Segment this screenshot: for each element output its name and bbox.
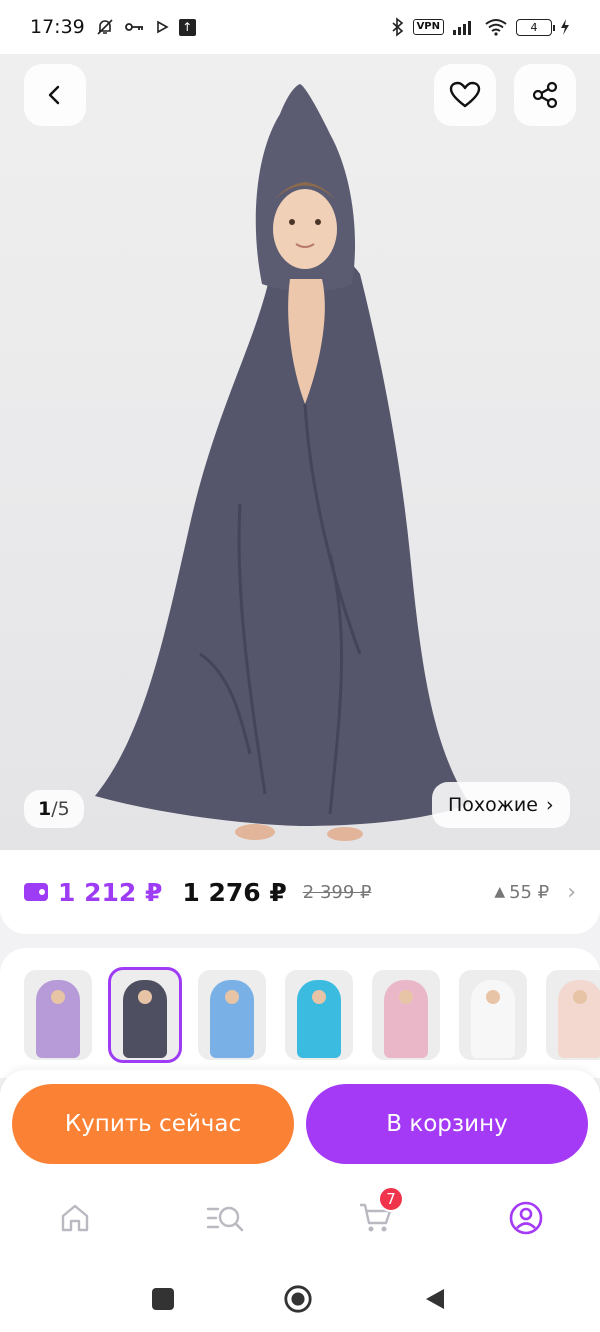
- key-icon: [124, 20, 145, 34]
- home-system-button[interactable]: [283, 1284, 313, 1314]
- share-icon: [532, 81, 558, 109]
- similar-products-button[interactable]: Похожие ›: [432, 782, 570, 828]
- variant-thumb[interactable]: [108, 967, 182, 1063]
- variant-thumb[interactable]: [198, 970, 266, 1060]
- nav-cart[interactable]: 7: [354, 1186, 404, 1240]
- price-change[interactable]: ▲ 55 ₽ ›: [494, 880, 576, 905]
- action-bar: Купить сейчас В корзину: [0, 1070, 600, 1176]
- buy-now-button[interactable]: Купить сейчас: [12, 1084, 294, 1164]
- profile-icon: [509, 1201, 543, 1235]
- back-system-button[interactable]: [420, 1284, 450, 1314]
- image-counter-current: 1: [38, 798, 52, 820]
- nav-home[interactable]: [53, 1196, 97, 1240]
- bottom-nav: 7: [0, 1176, 600, 1260]
- variant-thumb[interactable]: [24, 970, 92, 1060]
- variant-thumb[interactable]: [459, 970, 527, 1060]
- variant-face-image: [573, 990, 587, 1004]
- variant-face-image: [486, 990, 500, 1004]
- variant-face-image: [225, 990, 239, 1004]
- chevron-right-icon: ›: [545, 794, 554, 816]
- signal-icon: [452, 19, 476, 35]
- chevron-right-icon: ›: [567, 879, 576, 905]
- circle-icon: [284, 1285, 312, 1313]
- add-to-cart-button[interactable]: В корзину: [306, 1084, 588, 1164]
- variant-thumb[interactable]: [285, 970, 353, 1060]
- triangle-back-icon: [426, 1289, 444, 1309]
- chevron-left-icon: [48, 85, 60, 105]
- variant-thumb[interactable]: [372, 970, 440, 1060]
- back-button[interactable]: [24, 64, 86, 126]
- status-bar: 17:39 ↑ VPN 4: [0, 0, 600, 54]
- upload-icon: ↑: [178, 18, 196, 36]
- vpn-indicator: VPN: [412, 19, 444, 35]
- old-price: 2 399 ₽: [302, 881, 372, 903]
- product-photo-gallery[interactable]: 1 / 5 Похожие ›: [0, 54, 600, 850]
- square-icon: [152, 1288, 174, 1310]
- nav-catalog[interactable]: [203, 1196, 247, 1240]
- wifi-icon: [484, 18, 508, 36]
- color-variants: [0, 948, 600, 1078]
- price-change-value: 55 ₽: [509, 881, 550, 903]
- variant-thumb[interactable]: [546, 970, 600, 1060]
- image-counter: 1 / 5: [24, 790, 84, 828]
- share-button[interactable]: [514, 64, 576, 126]
- favorite-button[interactable]: [434, 64, 496, 126]
- bluetooth-icon: [391, 17, 405, 37]
- cart-badge: 7: [378, 1186, 404, 1212]
- wallet-price: 1 212 ₽: [58, 877, 163, 907]
- variant-face-image: [399, 990, 413, 1004]
- play-icon: [155, 20, 169, 34]
- wallet-icon: [24, 883, 48, 901]
- variants-row: [24, 967, 600, 1063]
- current-price: 1 276 ₽: [182, 877, 287, 907]
- price-card[interactable]: 1 212 ₽ 1 276 ₽ 2 399 ₽ ▲ 55 ₽ ›: [0, 850, 600, 934]
- variant-face-image: [312, 990, 326, 1004]
- home-icon: [61, 1204, 89, 1232]
- system-nav-bar: [0, 1260, 600, 1332]
- similar-products-label: Похожие: [448, 794, 538, 816]
- product-photo: [95, 84, 470, 841]
- mute-bell-icon: [95, 17, 115, 37]
- heart-icon: [449, 81, 481, 108]
- recent-apps-button[interactable]: [148, 1284, 178, 1314]
- charging-icon: [560, 19, 570, 35]
- triangle-up-icon: ▲: [494, 884, 506, 900]
- catalog-search-icon: [206, 1206, 244, 1232]
- nav-profile[interactable]: [504, 1196, 548, 1240]
- variant-face-image: [51, 990, 65, 1004]
- variant-face-image: [138, 990, 152, 1004]
- image-counter-total: 5: [57, 798, 70, 820]
- battery-indicator: 4: [516, 18, 555, 36]
- status-time: 17:39: [30, 16, 85, 38]
